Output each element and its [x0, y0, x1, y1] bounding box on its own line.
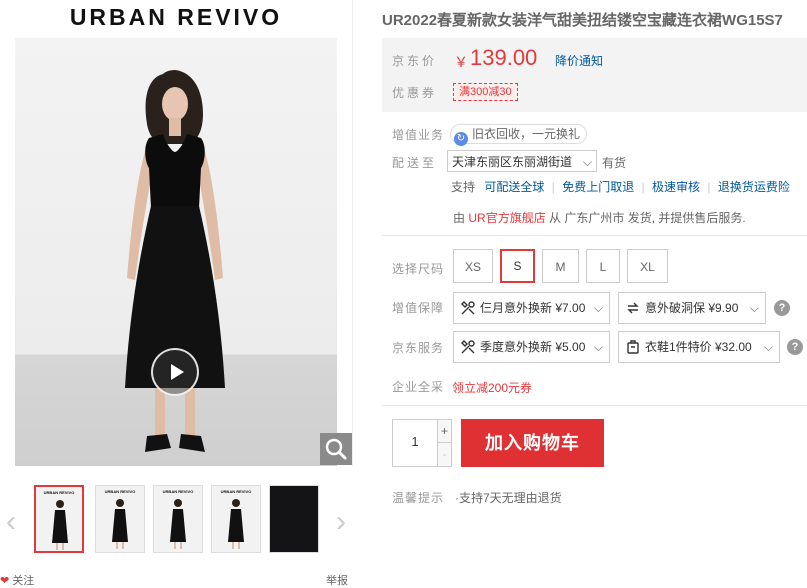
separator: | — [707, 180, 711, 194]
jd-service-option-cleaning[interactable]: 衣鞋1件特价 ¥32.00 ⌵ — [618, 331, 780, 363]
size-option-xl[interactable]: XL — [627, 249, 668, 283]
price-box: 京东价 ￥ 139.00 降价通知 优惠券 满300减30 — [382, 38, 807, 112]
thumbnail-model — [170, 499, 186, 549]
separator: | — [641, 180, 645, 194]
size-label: 选择尺码 — [392, 262, 445, 276]
price-value: 139.00 — [470, 45, 538, 70]
chevron-down-icon: ⌵ — [593, 340, 603, 354]
recycle-pill[interactable]: ↻ 旧衣回收，一元换礼 — [450, 124, 588, 146]
size-option-l[interactable]: L — [586, 249, 620, 283]
support-services: 支持 可配送全球 | 免费上门取退 | 极速审核 | 退换货运费险 — [451, 178, 790, 195]
size-option-xs[interactable]: XS — [453, 249, 493, 283]
help-icon[interactable]: ? — [787, 339, 803, 355]
dress-model-illustration — [125, 70, 225, 452]
jd-service-option-text: 衣鞋1件特价 ¥32.00 — [645, 340, 752, 354]
thumb-next-arrow[interactable]: › — [330, 502, 352, 542]
quantity-input[interactable]: 1 — [392, 419, 438, 465]
tools-icon — [461, 340, 475, 354]
heart-icon: ❤ — [0, 575, 10, 587]
support-item-global[interactable]: 可配送全球 — [484, 180, 544, 194]
guarantee-option-hole[interactable]: 意外破洞保 ¥9.90 ⌵ — [618, 292, 766, 324]
recycle-icon: ↻ — [454, 132, 468, 146]
chevron-down-icon: ⌵ — [749, 301, 759, 315]
add-to-cart-button[interactable]: 加入购物车 — [461, 419, 604, 467]
follow-report-bar: ❤ 关注 举报 — [0, 572, 352, 588]
zoom-button[interactable] — [320, 433, 352, 465]
tips-label: 温馨提示 — [392, 491, 445, 505]
thumbnail-1[interactable]: URBAN REVIVO — [34, 485, 84, 553]
exchange-icon — [627, 302, 639, 314]
price-label: 京东价 — [392, 54, 438, 68]
currency-symbol: ￥ — [454, 54, 468, 70]
tips-text: ·支持7天无理由退货 — [455, 491, 562, 505]
brand-logo: URBAN REVIVO — [69, 4, 283, 30]
size-option-s[interactable]: S — [500, 249, 535, 283]
video-play-button[interactable] — [151, 348, 199, 396]
thumbnail-2[interactable]: URBAN REVIVO — [95, 485, 145, 553]
divider — [382, 235, 807, 236]
coupon-label: 优惠券 — [392, 86, 438, 100]
jd-service-label: 京东服务 — [392, 341, 445, 355]
guarantee-option-replace[interactable]: 仨月意外换新 ¥7.00 ⌵ — [453, 292, 610, 324]
jd-service-option-replace[interactable]: 季度意外换新 ¥5.00 ⌵ — [453, 331, 610, 363]
clothes-care-icon — [627, 340, 639, 354]
chevron-down-icon: ⌵ — [763, 340, 773, 354]
price-drop-notify-link[interactable]: 降价通知 — [555, 52, 603, 69]
chevron-down-icon: ⌵ — [582, 155, 592, 169]
help-icon[interactable]: ? — [774, 300, 790, 316]
coupon-badge[interactable]: 满300减30 — [453, 83, 518, 101]
seller-store-link[interactable]: UR官方旗舰店 — [468, 211, 545, 225]
delivery-location-value: 天津东丽区东丽湖街道 — [452, 155, 573, 169]
report-link[interactable]: 举报 — [326, 572, 348, 588]
delivery-location-select[interactable]: 天津东丽区东丽湖街道 ⌵ — [447, 150, 597, 172]
guarantee-option-text: 意外破洞保 ¥9.90 — [645, 301, 739, 315]
chevron-down-icon: ⌵ — [593, 301, 603, 315]
thumbnail-model — [112, 499, 128, 549]
guarantee-label: 增值保障 — [392, 301, 445, 315]
thumbnail-3[interactable]: URBAN REVIVO — [153, 485, 203, 553]
seller-suffix: 从 广东广州市 发货, 并提供售后服务. — [549, 211, 746, 225]
thumbnail-5-fabric[interactable] — [269, 485, 319, 553]
play-icon — [171, 364, 184, 380]
value-added-label: 增值业务 — [392, 128, 445, 142]
enterprise-label: 企业全采 — [392, 380, 445, 394]
support-item-pickup[interactable]: 免费上门取退 — [562, 180, 634, 194]
follow-button[interactable]: ❤ 关注 — [0, 572, 34, 588]
product-title: UR2022春夏新款女装洋气甜美扭结镂空宝藏连衣裙WG15S7 — [382, 12, 783, 29]
guarantee-option-text: 仨月意外换新 ¥7.00 — [480, 301, 586, 315]
seller-prefix: 由 — [453, 211, 466, 225]
thumb-prev-arrow[interactable]: ‹ — [0, 502, 22, 542]
support-item-insurance[interactable]: 退换货运费险 — [718, 180, 790, 194]
magnifier-icon — [325, 438, 347, 460]
recycle-pill-text: 旧衣回收，一元换礼 — [472, 127, 581, 141]
size-option-m[interactable]: M — [542, 249, 579, 283]
thumbnail-model — [52, 500, 68, 550]
quantity-increase-button[interactable]: + — [437, 420, 451, 443]
thumbnail-4[interactable]: URBAN REVIVO — [211, 485, 261, 553]
seller-info: 由 UR官方旗舰店 从 广东广州市 发货, 并提供售后服务. — [453, 209, 746, 226]
quantity-decrease-button[interactable]: - — [437, 443, 451, 466]
product-photo — [15, 38, 337, 466]
delivery-label: 配送至 — [392, 156, 438, 170]
tools-icon — [461, 301, 475, 315]
separator: | — [551, 180, 555, 194]
thumbnail-model — [228, 499, 244, 549]
divider — [382, 405, 807, 406]
support-label: 支持 — [451, 180, 476, 194]
support-item-review[interactable]: 极速审核 — [652, 180, 700, 194]
enterprise-coupon-link[interactable]: 领立减200元券 — [452, 379, 532, 396]
stock-status: 有货 — [602, 156, 627, 170]
main-product-image[interactable]: URBAN REVIVO — [0, 0, 353, 466]
follow-label: 关注 — [12, 575, 35, 587]
jd-service-option-text: 季度意外换新 ¥5.00 — [480, 340, 586, 354]
